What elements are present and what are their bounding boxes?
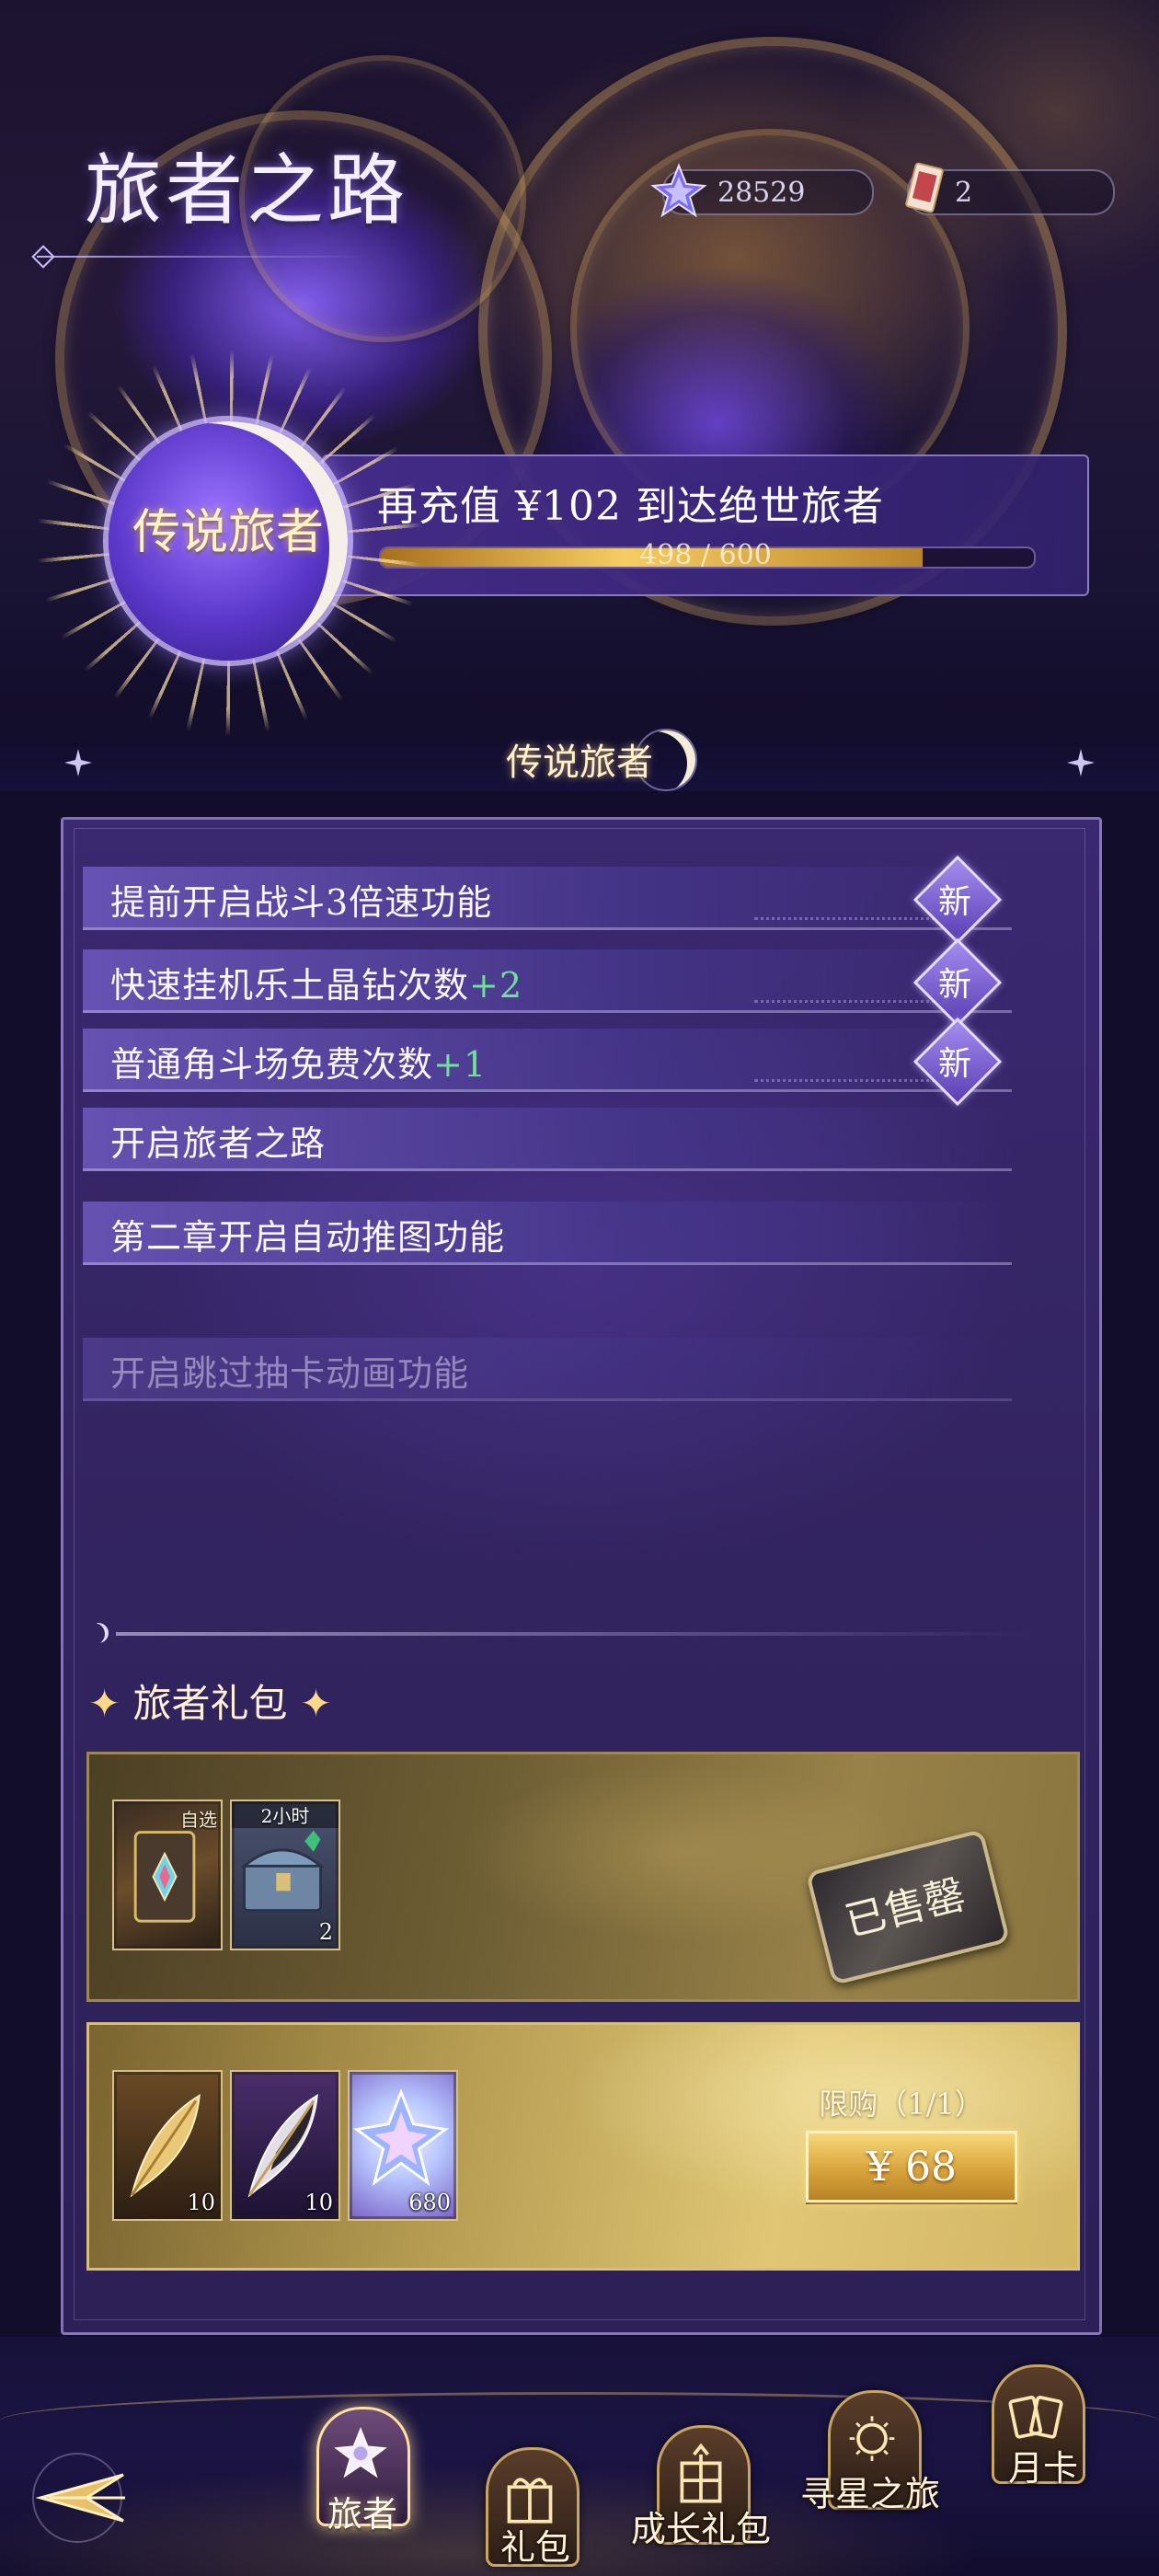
tab-monthly-card-label[interactable]: 月卡 <box>1008 2440 1078 2490</box>
tab-growth-pack-label[interactable]: 成长礼包 <box>631 2501 771 2551</box>
benefit-text: 快速挂机乐土晶钻次数+2 <box>110 965 523 1006</box>
benefit-row: 快速挂机乐土晶钻次数+2 <box>83 949 1012 1013</box>
purchase-limit: 限购（1/1） <box>819 2087 984 2122</box>
gift-item[interactable]: 自选 <box>112 1800 223 1950</box>
gift-item[interactable]: 10 <box>112 2070 223 2221</box>
benefit-text: 第二章开启自动推图功能 <box>110 1217 506 1258</box>
ticket-value: 2 <box>955 176 973 209</box>
buy-button[interactable]: ¥ 68 <box>806 2131 1017 2202</box>
gift-item[interactable]: 680 <box>348 2070 458 2221</box>
ticket-currency[interactable]: 2 <box>905 162 1115 215</box>
star-gem-currency[interactable]: 28529 <box>650 163 874 218</box>
item-count: 680 <box>408 2190 451 2215</box>
crescent-moon-icon <box>88 1623 109 1643</box>
benefit-text: 普通角斗场免费次数+1 <box>110 1044 488 1085</box>
benefit-row: 普通角斗场免费次数+1 <box>83 1029 1012 1092</box>
gift-section-title: ✦ 旅者礼包 ✦ <box>88 1681 333 1726</box>
back-arrow-icon[interactable] <box>22 2447 132 2548</box>
item-tag: 2小时 <box>232 1801 339 1828</box>
benefit-text: 提前开启战斗3倍速功能 <box>110 882 493 923</box>
benefit-row: 提前开启战斗3倍速功能 <box>83 867 1012 930</box>
gift-item[interactable]: 2小时 2 <box>230 1800 340 1950</box>
item-count: 10 <box>187 2190 215 2215</box>
tab-gift-label[interactable]: 礼包 <box>500 2519 570 2570</box>
new-badge-label: 新 <box>937 966 971 1004</box>
tab-star-journey-label[interactable]: 寻星之旅 <box>800 2466 940 2516</box>
item-count: 2 <box>318 1919 333 1945</box>
section-divider <box>116 1632 1036 1636</box>
star-gem-icon <box>650 163 707 218</box>
title-underline <box>37 256 368 258</box>
item-tag: 自选 <box>180 1809 217 1831</box>
tab-traveler-label[interactable]: 旅者 <box>327 2486 397 2536</box>
vip-progress-text: 498 / 600 <box>639 539 772 571</box>
benefit-row: 开启跳过抽卡动画功能 <box>83 1338 1012 1401</box>
benefit-text: 开启旅者之路 <box>110 1123 327 1164</box>
star-gem-value: 28529 <box>717 176 806 209</box>
bottom-nav-bar <box>0 2337 1159 2576</box>
benefit-text: 开启跳过抽卡动画功能 <box>110 1353 470 1394</box>
benefit-row: 第二章开启自动推图功能 <box>83 1202 1012 1265</box>
nav-wave-decoration <box>0 2392 1159 2450</box>
gift-item[interactable]: 10 <box>230 2070 340 2221</box>
vip-badge-label: 传说旅者 <box>132 505 324 560</box>
benefit-row: 开启旅者之路 <box>83 1108 1012 1171</box>
item-count: 10 <box>304 2190 333 2215</box>
page-title: 旅者之路 <box>85 145 409 236</box>
new-badge-label: 新 <box>937 1045 971 1083</box>
new-badge-label: 新 <box>937 883 971 921</box>
tier-title: 传说旅者 <box>506 742 653 784</box>
ticket-icon <box>905 162 944 213</box>
vip-upgrade-message: 再充值 ¥102 到达绝世旅者 <box>377 483 884 530</box>
